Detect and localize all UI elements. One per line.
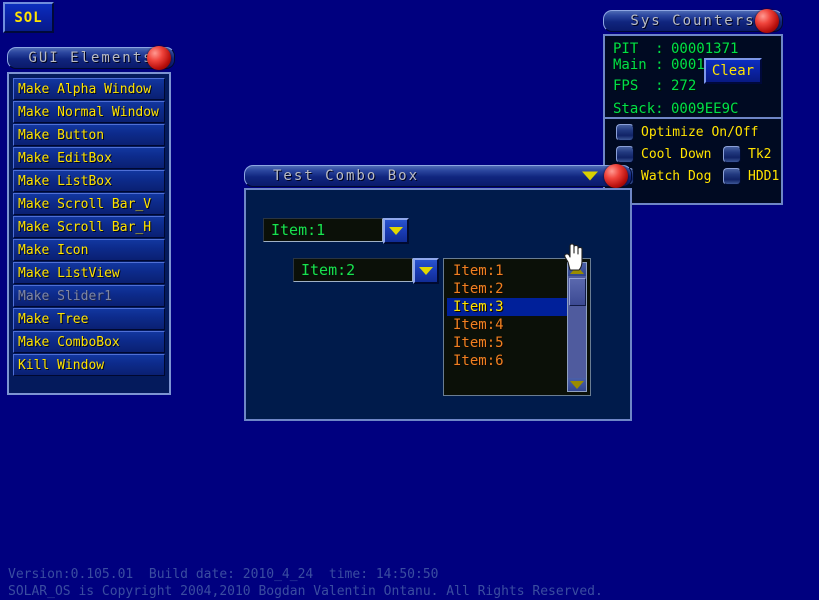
footer-version-line: Version:0.105.01 Build date: 2010_4_24 t… — [8, 567, 439, 582]
list-item[interactable]: Make ListBox — [13, 170, 165, 192]
list-item-disabled: Make Slider1 — [13, 285, 165, 307]
scroll-down-button[interactable] — [568, 378, 586, 391]
checkbox-hdd1[interactable] — [723, 168, 741, 185]
list-item[interactable]: Item:4 — [447, 316, 587, 334]
main-label: Main : — [613, 57, 664, 73]
combo-box-2-dropdown-button[interactable] — [413, 258, 439, 284]
list-item-selected[interactable]: Item:3 — [447, 298, 587, 316]
gui-elements-list[interactable]: Make Alpha Window Make Normal Window Mak… — [7, 72, 171, 395]
test-combo-box-title-bar[interactable]: Test Combo Box — [244, 164, 632, 188]
sol-taskbar-button-label: SOL — [14, 9, 43, 26]
list-item-label: Make Scroll Bar_V — [18, 196, 152, 212]
gui-elements-title-bar[interactable]: GUI Elements — [7, 46, 175, 70]
sol-taskbar-button[interactable]: SOL — [3, 2, 54, 33]
list-item[interactable]: Make Tree — [13, 308, 165, 330]
checkbox-row-optimize[interactable]: Optimize On/Off — [616, 124, 758, 141]
list-item-label: Item:5 — [453, 335, 504, 351]
list-item-label: Make ComboBox — [18, 334, 120, 350]
list-item[interactable]: Make Button — [13, 124, 165, 146]
checkbox-row-cool-down[interactable]: Cool Down — [616, 146, 711, 163]
footer-copyright-line: SOLAR_OS is Copyright 2004,2010 Bogdan V… — [8, 584, 603, 599]
list-item[interactable]: Kill Window — [13, 354, 165, 376]
list-item-label: Make Tree — [18, 311, 89, 327]
checkbox-row-hdd1[interactable]: HDD1 — [723, 168, 779, 185]
list-item[interactable]: Make EditBox — [13, 147, 165, 169]
pit-label: PIT : — [613, 41, 664, 57]
minimize-icon[interactable] — [582, 171, 598, 181]
fps-value: 272 — [671, 78, 697, 94]
footer: Version:0.105.01 Build date: 2010_4_24 t… — [8, 566, 603, 600]
checkbox-cool-down[interactable] — [616, 146, 634, 163]
list-item-label: Make Slider1 — [18, 288, 112, 304]
list-item-label: Item:2 — [453, 281, 504, 297]
list-item-label: Item:4 — [453, 317, 504, 333]
checkbox-cool-down-label: Cool Down — [641, 147, 712, 162]
list-item[interactable]: Make Scroll Bar_H — [13, 216, 165, 238]
list-item-label: Make Alpha Window — [18, 81, 152, 97]
list-item[interactable]: Make Alpha Window — [13, 78, 165, 100]
checkbox-watch-dog-label: Watch Dog — [641, 169, 712, 184]
combo-box-1[interactable]: Item:1 — [263, 218, 409, 244]
list-item[interactable]: Make ComboBox — [13, 331, 165, 353]
list-item[interactable]: Make ListView — [13, 262, 165, 284]
stack-label: Stack: — [613, 101, 664, 117]
chevron-down-icon — [389, 227, 403, 235]
list-item-label: Make EditBox — [18, 150, 112, 166]
checkbox-row-tk2[interactable]: Tk2 — [723, 146, 771, 163]
clear-button-label: Clear — [711, 63, 755, 79]
list-item-label: Make Scroll Bar_H — [18, 219, 152, 235]
close-icon[interactable] — [604, 164, 628, 188]
list-item-label: Item:1 — [453, 263, 504, 279]
list-item-label: Kill Window — [18, 357, 105, 373]
checkbox-hdd1-label: HDD1 — [748, 169, 780, 184]
close-icon[interactable] — [755, 9, 779, 33]
combo-box-1-value[interactable]: Item:1 — [263, 218, 383, 242]
stack-value: 0009EE9C — [671, 101, 739, 117]
combo-box-3-dropdown-list[interactable]: Item:1 Item:2 Item:3 Item:4 Item:5 Item:… — [443, 258, 591, 396]
test-combo-box-window: Test Combo Box Item:1 Item:2 Item:3 — [244, 164, 632, 421]
chevron-up-icon — [570, 265, 584, 274]
combo-box-2[interactable]: Item:2 — [293, 258, 439, 284]
scroll-up-button[interactable] — [568, 263, 586, 276]
checkbox-tk2[interactable] — [723, 146, 741, 163]
sys-counters-body: PIT : 00001371 Main : 0001262C FPS : 272… — [603, 34, 783, 119]
checkbox-optimize[interactable] — [616, 124, 634, 141]
list-item[interactable]: Make Icon — [13, 239, 165, 261]
scrollbar-thumb[interactable] — [569, 278, 586, 306]
chevron-down-icon — [570, 380, 584, 389]
list-item[interactable]: Make Scroll Bar_V — [13, 193, 165, 215]
list-item[interactable]: Item:6 — [447, 352, 587, 370]
list-item-label: Make Normal Window — [18, 104, 159, 120]
list-item-label: Item:6 — [453, 353, 504, 369]
combo-box-1-dropdown-button[interactable] — [383, 218, 409, 244]
dropdown-scrollbar[interactable] — [567, 262, 587, 392]
chevron-down-icon — [419, 267, 433, 275]
sys-counters-title-bar[interactable]: Sys Counters — [603, 9, 783, 33]
clear-button[interactable]: Clear — [704, 58, 762, 84]
close-icon[interactable] — [147, 46, 171, 70]
list-item-label: Make Icon — [18, 242, 89, 258]
combo-box-2-value[interactable]: Item:2 — [293, 258, 413, 282]
test-combo-box-body: Item:1 Item:2 Item:3 Item:1 Item:2 Item:… — [244, 188, 632, 421]
fps-label: FPS : — [613, 78, 664, 94]
checkbox-optimize-label: Optimize On/Off — [641, 125, 759, 140]
list-item[interactable]: Item:5 — [447, 334, 587, 352]
scrollbar-track[interactable] — [568, 276, 586, 378]
checkbox-tk2-label: Tk2 — [748, 147, 772, 162]
test-combo-box-title-label: Test Combo Box — [273, 168, 420, 184]
list-item-label: Make ListView — [18, 265, 120, 281]
list-item[interactable]: Make Normal Window — [13, 101, 165, 123]
sys-counters-title-label: Sys Counters — [630, 13, 756, 29]
list-item-label: Item:3 — [453, 299, 504, 315]
list-item-label: Make Button — [18, 127, 105, 143]
gui-elements-title-label: GUI Elements — [28, 50, 154, 66]
pit-value: 00001371 — [671, 41, 739, 57]
list-item-label: Make ListBox — [18, 173, 112, 189]
gui-elements-window: GUI Elements Make Alpha Window Make Norm… — [7, 46, 175, 395]
list-item[interactable]: Item:2 — [447, 280, 587, 298]
list-item[interactable]: Item:1 — [447, 262, 587, 280]
